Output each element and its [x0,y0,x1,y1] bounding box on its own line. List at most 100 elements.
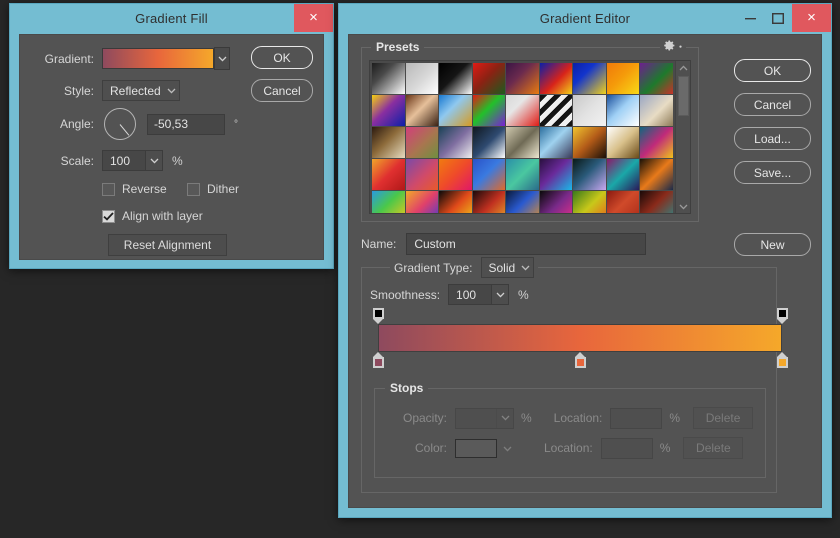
gradient-type-select[interactable]: Solid [480,257,535,278]
opacity-stops-track[interactable] [372,308,788,324]
name-input[interactable]: Custom [406,233,647,255]
preset-swatch[interactable] [573,95,606,126]
smoothness-row: Smoothness: 100 % [370,284,529,305]
preset-swatch[interactable] [506,127,539,158]
gradient-editor-titlebar[interactable]: Gradient Editor × [339,4,831,32]
opacity-stop[interactable] [775,308,790,324]
preset-swatch[interactable] [372,63,405,94]
chevron-down-icon[interactable] [491,285,509,304]
gradient-dropdown-button[interactable] [214,47,230,70]
gradient-bar[interactable] [378,324,782,352]
preset-swatch[interactable] [506,95,539,126]
gradient-editor-cancel-label: Cancel [753,97,792,112]
preset-swatch[interactable] [506,159,539,190]
scroll-up-button[interactable] [676,61,690,74]
dither-checkbox[interactable] [187,182,200,196]
maximize-button[interactable] [764,4,792,32]
preset-swatch[interactable] [573,127,606,158]
preset-swatch[interactable] [573,159,606,190]
opacity-stop[interactable] [371,308,386,324]
style-select[interactable]: Reflected [102,80,180,101]
reverse-checkbox[interactable] [102,182,115,196]
preset-swatch[interactable] [539,63,573,94]
preset-swatch[interactable] [606,159,640,190]
preset-swatch[interactable] [405,63,439,94]
gradient-editor-close-button[interactable]: × [792,4,831,32]
preset-swatch[interactable] [372,127,405,158]
smoothness-label: Smoothness: [370,287,441,302]
preset-swatch[interactable] [606,95,640,126]
preset-swatch[interactable] [606,127,640,158]
preset-swatch[interactable] [405,127,439,158]
dither-checkbox-row[interactable]: Dither [187,182,239,196]
opacity-delete-button: Delete [693,407,754,429]
preset-swatch[interactable] [472,127,506,158]
preset-swatch[interactable] [539,95,573,126]
align-with-layer-row[interactable]: Align with layer [102,209,203,223]
preset-swatch[interactable] [640,63,673,94]
align-with-layer-checkbox[interactable] [102,209,115,223]
preset-swatch[interactable] [372,191,405,213]
preset-swatch[interactable] [640,95,673,126]
preset-swatch[interactable] [405,191,439,213]
preset-swatch[interactable] [640,191,673,213]
color-stop[interactable] [573,352,588,368]
load-button[interactable]: Load... [734,127,811,150]
angle-value: -50,53 [154,117,189,131]
preset-swatch[interactable] [472,191,506,213]
gradient-editor-ok-button[interactable]: OK [734,59,811,82]
presets-scrollbar[interactable] [675,61,690,213]
preset-swatch[interactable] [439,63,472,94]
gradient-preview-swatch[interactable] [102,48,214,69]
scale-stepper[interactable]: 100 [102,150,163,171]
gradient-fill-ok-button[interactable]: OK [251,46,313,69]
scrollbar-thumb[interactable] [678,76,689,116]
preset-swatch[interactable] [573,191,606,213]
color-stop[interactable] [775,352,790,368]
new-button[interactable]: New [734,233,811,256]
preset-swatch[interactable] [405,159,439,190]
color-stops-track[interactable] [372,352,788,368]
gradient-fill-close-button[interactable]: × [294,4,333,32]
minimize-button[interactable] [736,4,764,32]
gradient-fill-cancel-button[interactable]: Cancel [251,79,313,102]
preset-swatch[interactable] [506,63,539,94]
preset-swatch[interactable] [372,95,405,126]
gradient-editor-title: Gradient Editor [539,10,631,26]
preset-swatch[interactable] [439,95,472,126]
preset-swatch[interactable] [506,191,539,213]
preset-swatch[interactable] [472,63,506,94]
preset-swatch[interactable] [405,95,439,126]
save-button[interactable]: Save... [734,161,811,184]
preset-swatch[interactable] [640,159,673,190]
scale-row: Scale: 100 % [28,150,183,171]
preset-swatch[interactable] [439,159,472,190]
smoothness-stepper[interactable]: 100 [448,284,510,305]
preset-swatch[interactable] [439,127,472,158]
preset-swatch[interactable] [573,63,606,94]
preset-swatch[interactable] [472,159,506,190]
preset-swatch[interactable] [539,191,573,213]
preset-swatch[interactable] [539,127,573,158]
angle-input[interactable]: -50,53 [147,113,225,135]
preset-swatch[interactable] [439,191,472,213]
gradient-fill-titlebar[interactable]: Gradient Fill × [10,4,333,32]
angle-dial[interactable] [104,108,136,140]
reverse-checkbox-row[interactable]: Reverse [102,182,167,196]
scale-unit: % [172,153,183,168]
chevron-down-icon[interactable] [145,151,162,170]
color-stop[interactable] [371,352,386,368]
color-delete-label: Delete [696,441,731,455]
gradient-bar-editor [372,308,788,368]
preset-swatch[interactable] [539,159,573,190]
reset-alignment-button[interactable]: Reset Alignment [108,234,227,256]
preset-swatch[interactable] [606,191,640,213]
presets-swatch-grid[interactable] [370,61,675,213]
preset-swatch[interactable] [372,159,405,190]
preset-swatch[interactable] [640,127,673,158]
preset-swatch[interactable] [472,95,506,126]
presets-menu-button[interactable] [660,39,686,52]
scroll-down-button[interactable] [676,200,690,213]
preset-swatch[interactable] [606,63,640,94]
gradient-editor-cancel-button[interactable]: Cancel [734,93,811,116]
